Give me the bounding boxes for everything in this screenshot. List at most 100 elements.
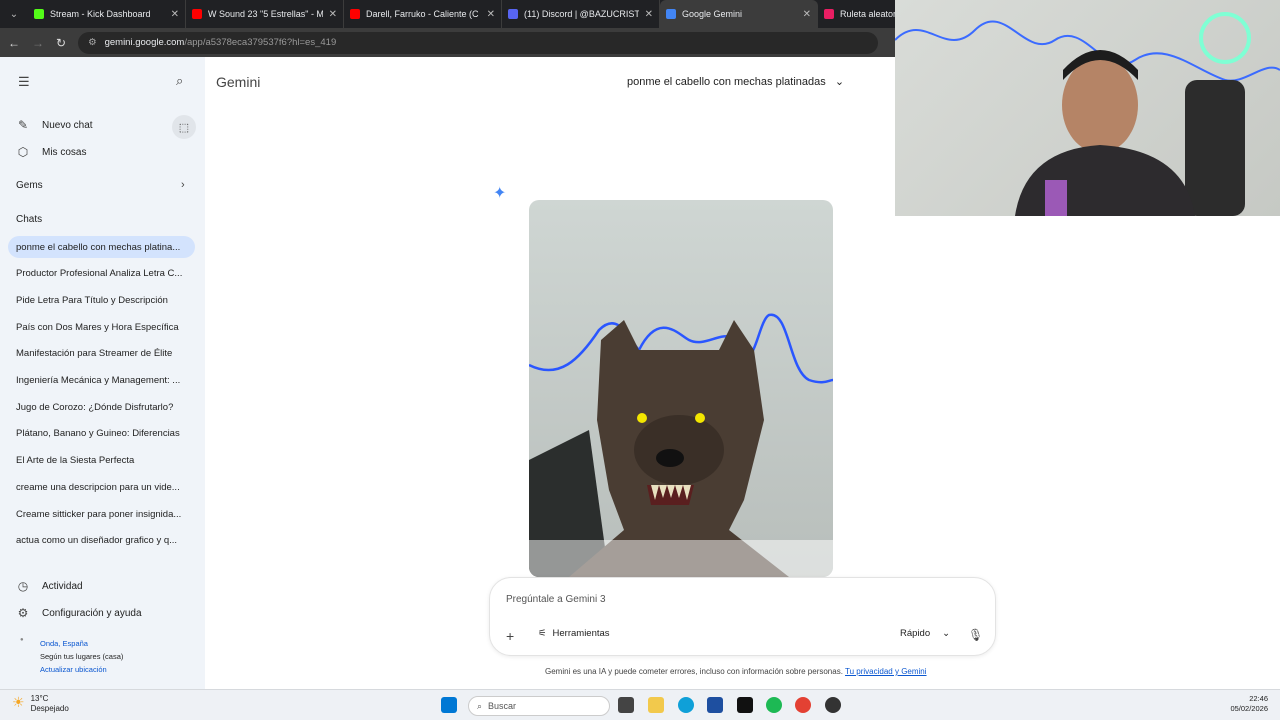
tab-favicon-icon bbox=[192, 9, 202, 19]
gems-label: Gems bbox=[16, 180, 43, 191]
tab-title: Google Gemini bbox=[682, 9, 743, 19]
search-icon: ⌕ bbox=[477, 700, 483, 711]
site-info-icon[interactable]: ⚙ bbox=[88, 37, 97, 48]
tab-title: Darell, Farruko - Caliente (C bbox=[366, 9, 479, 19]
url-path: /app/a5378eca379537f6?hl=es_419 bbox=[184, 37, 337, 48]
new-chat-button[interactable]: ✎ Nuevo chat bbox=[16, 118, 93, 132]
disclaimer: Gemini es una IA y puede cometer errores… bbox=[545, 667, 927, 676]
forward-icon[interactable]: → bbox=[32, 36, 44, 50]
weather-widget[interactable]: ☀ 13°C Despejado bbox=[12, 694, 69, 714]
search-icon[interactable]: ⌕ bbox=[176, 73, 183, 89]
chevron-down-icon: ⌄ bbox=[942, 628, 951, 639]
url-domain: gemini.google.com bbox=[104, 37, 185, 48]
werewolf-image bbox=[529, 313, 833, 577]
url-field[interactable]: ⚙ gemini.google.com/app/a5378eca379537f6… bbox=[78, 31, 879, 54]
chat-title: ponme el cabello con mechas platinadas bbox=[627, 76, 826, 88]
app-title: Gemini bbox=[216, 74, 261, 90]
file-explorer-icon[interactable] bbox=[648, 697, 664, 713]
location-dot-icon: ● bbox=[20, 637, 24, 643]
tab-search-icon[interactable]: ⌄ bbox=[0, 0, 28, 28]
sidebar: ☰ ⌕ ✎ Nuevo chat ⬚ ⬡ Mis cosas Gems › Ch… bbox=[0, 57, 205, 689]
edit-icon: ✎ bbox=[17, 118, 29, 132]
tab-favicon-icon bbox=[34, 9, 44, 19]
prompt-input[interactable]: Pregúntale a Gemini 3 bbox=[506, 594, 606, 605]
taskbar-search-label: Buscar bbox=[488, 701, 517, 711]
clock[interactable]: 22:46 05/02/2026 bbox=[1230, 694, 1268, 714]
weather-desc: Despejado bbox=[30, 704, 69, 713]
taskbar-search[interactable]: ⌕ Buscar bbox=[468, 696, 610, 716]
chat-history-item[interactable]: Creame sitticker para poner insignida... bbox=[8, 503, 195, 525]
settings-button[interactable]: ⚙ Configuración y ayuda bbox=[16, 606, 142, 620]
task-view-icon[interactable] bbox=[618, 697, 634, 713]
gear-icon: ⚙ bbox=[17, 606, 29, 620]
tab-list: Stream - Kick Dashboard ✕ W Sound 23 "5 Es… bbox=[28, 0, 976, 28]
close-tab-icon[interactable]: ✕ bbox=[487, 9, 495, 20]
reload-icon[interactable]: ↻ bbox=[56, 36, 66, 50]
webcam-image bbox=[895, 12, 1280, 216]
add-icon[interactable]: + bbox=[506, 628, 514, 644]
generated-image[interactable] bbox=[529, 200, 833, 577]
tab-favicon-icon bbox=[508, 9, 518, 19]
temporary-chat-icon[interactable]: ⬚ bbox=[172, 115, 196, 139]
close-tab-icon[interactable]: ✕ bbox=[645, 9, 653, 20]
mode-label: Rápido bbox=[900, 628, 931, 639]
chat-history-item[interactable]: ponme el cabello con mechas platina... bbox=[8, 236, 195, 258]
my-stuff-button[interactable]: ⬡ Mis cosas bbox=[16, 145, 87, 159]
chats-header: Chats bbox=[16, 214, 42, 225]
app-y-icon[interactable] bbox=[737, 697, 753, 713]
microphone-icon[interactable]: 🎙 bbox=[968, 628, 983, 642]
tab-favicon-icon bbox=[824, 9, 834, 19]
tools-icon: ⚟ bbox=[538, 628, 547, 639]
location-name[interactable]: Onda, España bbox=[40, 637, 123, 650]
settings-label: Configuración y ayuda bbox=[42, 607, 142, 619]
tab-title: (11) Discord | @BAZUCRISTO0 bbox=[524, 9, 639, 19]
obs-icon[interactable] bbox=[825, 697, 841, 713]
close-tab-icon[interactable]: ✕ bbox=[171, 9, 179, 20]
clock-date: 05/02/2026 bbox=[1230, 704, 1268, 713]
my-stuff-label: Mis cosas bbox=[42, 146, 87, 158]
browser-tab[interactable]: Stream - Kick Dashboard ✕ bbox=[28, 0, 186, 28]
tab-title: Stream - Kick Dashboard bbox=[50, 9, 151, 19]
chat-history-item[interactable]: País con Dos Mares y Hora Específica bbox=[8, 316, 195, 338]
browser-tab[interactable]: W Sound 23 "5 Estrellas" - Myk ✕ bbox=[186, 0, 344, 28]
chat-history-item[interactable]: actua como un diseñador grafico y q... bbox=[8, 530, 195, 552]
tools-button[interactable]: ⚟ Herramientas bbox=[538, 628, 610, 639]
chrome-icon[interactable] bbox=[795, 697, 811, 713]
chat-history-item[interactable]: creame una descripcion para un vide... bbox=[8, 476, 195, 498]
close-tab-icon[interactable]: ✕ bbox=[329, 9, 337, 20]
chat-history-item[interactable]: Pide Letra Para Título y Descripción bbox=[8, 289, 195, 311]
back-icon[interactable]: ← bbox=[8, 36, 20, 50]
spotify-icon[interactable] bbox=[766, 697, 782, 713]
chevron-down-icon: ⌄ bbox=[834, 76, 845, 88]
store-icon[interactable] bbox=[707, 697, 723, 713]
browser-tab[interactable]: (11) Discord | @BAZUCRISTO0 ✕ bbox=[502, 0, 660, 28]
browser-tab[interactable]: Darell, Farruko - Caliente (C ✕ bbox=[344, 0, 502, 28]
gemini-sparkle-icon: ✦ bbox=[493, 185, 507, 202]
stuff-icon: ⬡ bbox=[17, 145, 29, 159]
weather-temp: 13°C bbox=[30, 694, 49, 703]
update-location-link[interactable]: Actualizar ubicación bbox=[40, 663, 123, 676]
close-tab-icon[interactable]: ✕ bbox=[803, 9, 811, 20]
chat-history-item[interactable]: Manifestación para Streamer de Élite bbox=[8, 343, 195, 365]
menu-icon[interactable]: ☰ bbox=[18, 74, 30, 90]
gems-row[interactable]: Gems bbox=[16, 180, 43, 191]
chat-history-item[interactable]: El Arte de la Siesta Perfecta bbox=[8, 450, 195, 472]
tools-label: Herramientas bbox=[552, 628, 610, 639]
chat-history-item[interactable]: Ingeniería Mecánica y Management: ... bbox=[8, 370, 195, 392]
edge-icon[interactable] bbox=[678, 697, 694, 713]
mode-selector[interactable]: Rápido ⌄ bbox=[900, 628, 950, 639]
chat-history-item[interactable]: Jugo de Corozo: ¿Dónde Disfrutarlo? bbox=[8, 396, 195, 418]
location-block: Onda, España Según tus lugares (casa) Ac… bbox=[40, 637, 123, 676]
activity-button[interactable]: ◷ Actividad bbox=[16, 579, 83, 593]
start-icon[interactable] bbox=[441, 697, 457, 713]
taskbar: ☀ 13°C Despejado ⌕ Buscar 22:46 05/02/20… bbox=[0, 689, 1280, 720]
chevron-right-icon[interactable]: › bbox=[181, 179, 185, 191]
browser-tab[interactable]: Google Gemini ✕ bbox=[660, 0, 818, 28]
chat-history-item[interactable]: Productor Profesional Analiza Letra C... bbox=[8, 263, 195, 285]
chat-history-item[interactable]: Plátano, Banano y Guineo: Diferencias bbox=[8, 423, 195, 445]
privacy-link[interactable]: Tu privacidad y Gemini bbox=[845, 667, 927, 676]
chat-title-dropdown[interactable]: ponme el cabello con mechas platinadas ⌄ bbox=[627, 75, 844, 88]
location-sub: Según tus lugares (casa) bbox=[40, 652, 124, 661]
clock-time: 22:46 bbox=[1249, 694, 1268, 703]
weather-icon: ☀ bbox=[12, 694, 25, 710]
